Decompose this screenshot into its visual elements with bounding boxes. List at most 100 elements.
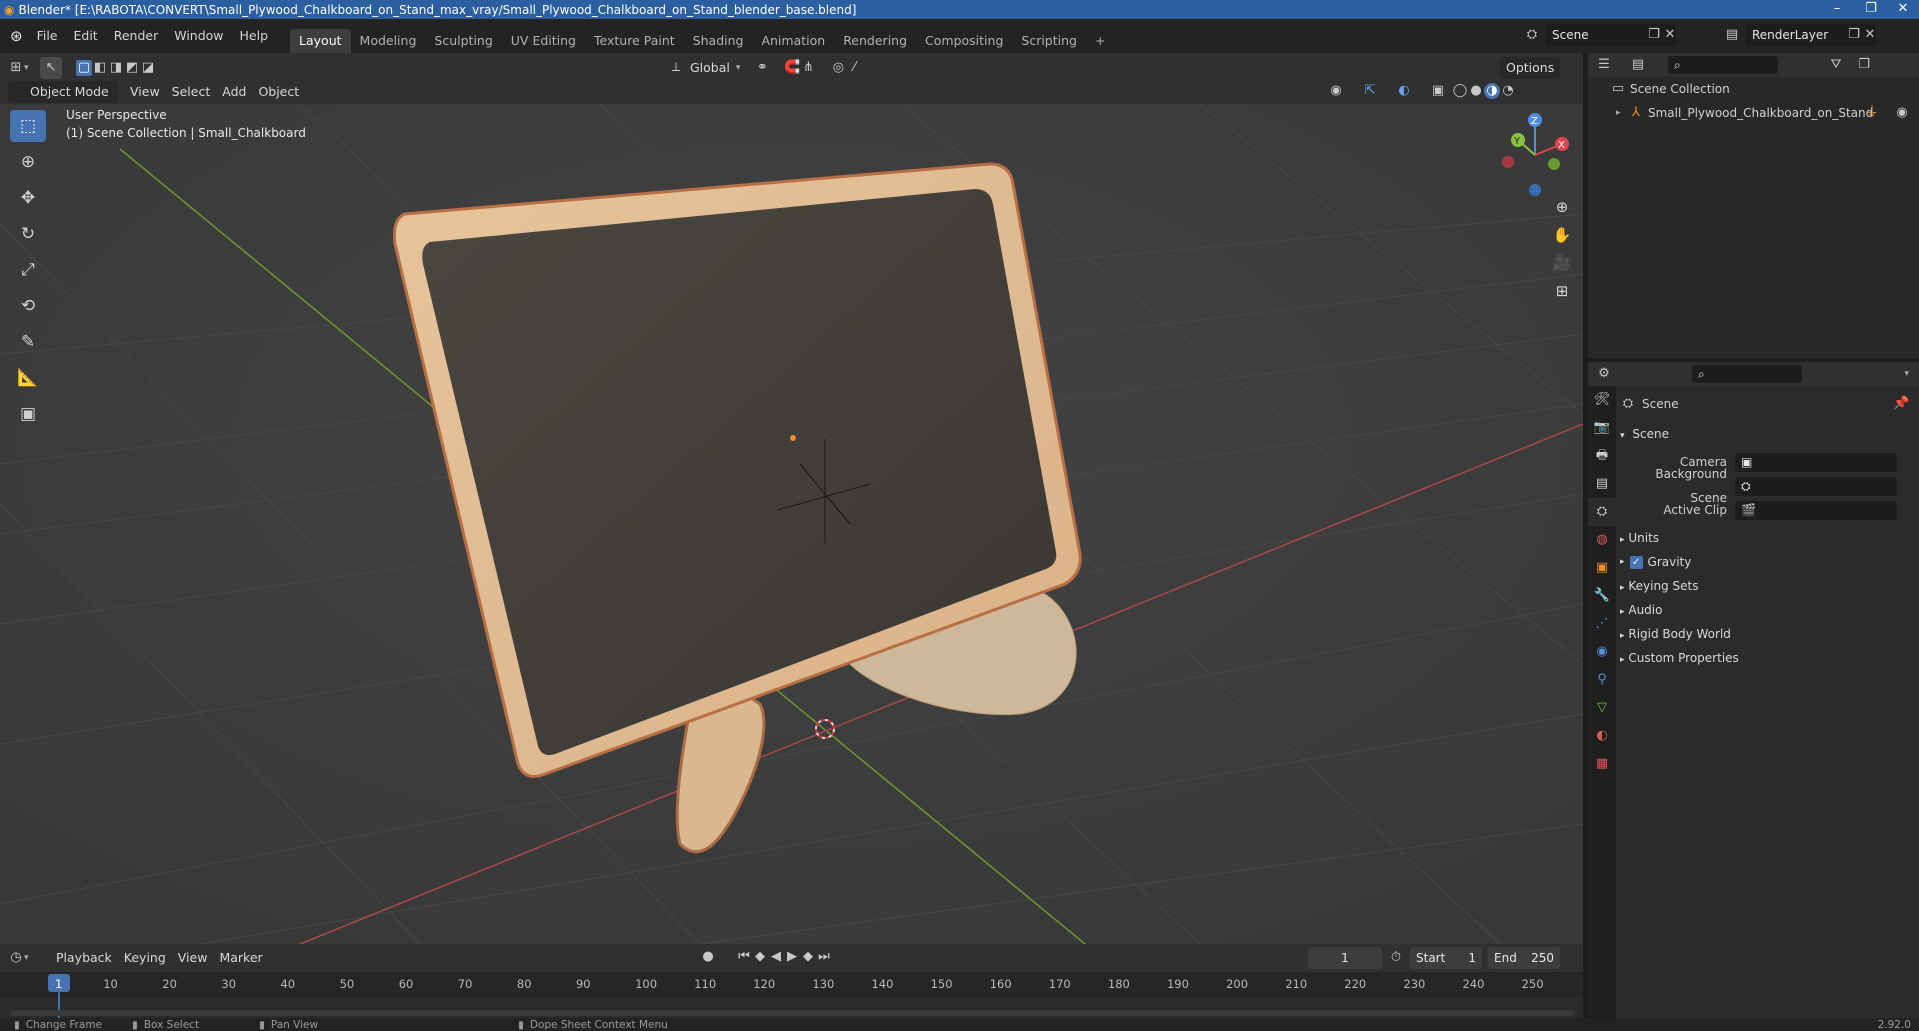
new-scene-icon[interactable]: ❐ <box>1646 27 1662 43</box>
tab-uv-editing[interactable]: UV Editing <box>502 29 585 53</box>
tab-compositing[interactable]: Compositing <box>916 29 1012 53</box>
properties-editor-type-icon[interactable]: ⚙ <box>1596 366 1612 382</box>
select-tool-icon[interactable]: ↖ <box>40 57 62 79</box>
3d-viewport[interactable]: User Perspective (1) Scene Collection | … <box>0 104 1583 944</box>
object-data-tab-icon[interactable]: ▽ <box>1588 694 1616 722</box>
menu-object[interactable]: Object <box>252 81 305 103</box>
proportional-edit-icon[interactable]: ◎ <box>830 60 846 76</box>
orientation-icon[interactable]: ⟂ <box>668 60 684 76</box>
scale-tool-icon[interactable]: ⤢ <box>10 254 46 286</box>
shading-solid-icon[interactable]: ● <box>1468 83 1484 99</box>
outliner-editor-type-icon[interactable]: ☰ <box>1596 57 1612 73</box>
view-layer-tab-icon[interactable]: ▤ <box>1588 470 1616 498</box>
scene-panel-header[interactable]: ▾ Scene <box>1620 422 1915 446</box>
orientation-chevron-icon[interactable]: ▾ <box>736 63 741 73</box>
play-reverse-icon[interactable]: ◀ <box>768 949 784 965</box>
start-frame-field[interactable]: Start 1 <box>1410 947 1482 969</box>
outliner-item[interactable]: ▸ ⅄ Small_Plywood_Chalkboard_on_Stand ⏚ … <box>1610 101 1910 125</box>
renderlayer-icon[interactable]: ▤ <box>1724 27 1740 43</box>
neg-x-axis-handle[interactable] <box>1502 156 1514 168</box>
options-dropdown[interactable]: Options <box>1500 57 1561 79</box>
maximize-button[interactable]: ❐ <box>1854 0 1888 19</box>
neg-z-axis-handle[interactable] <box>1529 184 1541 196</box>
xray-icon[interactable]: ▣ <box>1430 83 1446 99</box>
menu-playback[interactable]: Playback <box>50 947 118 969</box>
play-icon[interactable]: ▶ <box>784 949 800 965</box>
shading-wireframe-icon[interactable]: ◯ <box>1452 83 1468 99</box>
next-keyframe-icon[interactable]: ◆ <box>800 949 816 965</box>
properties-options-chevron-icon[interactable]: ▾ <box>1904 369 1909 379</box>
minimize-button[interactable]: – <box>1820 0 1854 19</box>
menu-view[interactable]: View <box>124 81 166 103</box>
select-extend-icon[interactable]: ◧ <box>92 60 108 76</box>
close-button[interactable]: ✕ <box>1886 0 1919 19</box>
end-frame-field[interactable]: End 250 <box>1488 947 1560 969</box>
gizmo-toggle-icon[interactable]: ⇱ <box>1362 83 1378 99</box>
timeline-ruler[interactable]: 1 10 20 30 40 50 60 70 80 90 100 110 120 130 140 150 160… <box>0 972 1583 1022</box>
eye-visibility-icon[interactable]: ◉ <box>1894 105 1910 121</box>
cursor-tool-icon[interactable]: ⊕ <box>10 146 46 178</box>
select-subtract-icon[interactable]: ◨ <box>108 60 124 76</box>
pan-hand-icon[interactable]: ✋ <box>1548 221 1576 249</box>
tab-rendering[interactable]: Rendering <box>834 29 916 53</box>
object-data-icon[interactable]: ⏚ <box>1864 105 1880 121</box>
record-icon[interactable]: ● <box>700 949 716 965</box>
measure-tool-icon[interactable]: 📐 <box>10 362 46 394</box>
rotate-tool-icon[interactable]: ↻ <box>10 218 46 250</box>
menu-add[interactable]: Add <box>216 81 252 103</box>
new-collection-icon[interactable]: ❐ <box>1856 57 1872 73</box>
outliner-scene-collection[interactable]: ▭ Scene Collection <box>1610 77 1910 101</box>
editor-type-icon[interactable]: ⊞ <box>8 60 24 76</box>
visibility-icon[interactable]: ◉ <box>1328 83 1344 99</box>
object-tab-icon[interactable]: ▣ <box>1588 554 1616 582</box>
select-intersect-icon[interactable]: ◪ <box>140 60 156 76</box>
select-box-tool-icon[interactable]: ⬚ <box>10 110 46 142</box>
panel-rigid-body-world[interactable]: ▸ Rigid Body World <box>1620 622 1915 646</box>
add-cube-tool-icon[interactable]: ▣ <box>10 398 46 430</box>
tab-scripting[interactable]: Scripting <box>1012 29 1086 53</box>
background-scene-field[interactable]: ⛭ <box>1735 476 1897 496</box>
particles-tab-icon[interactable]: ⋰ <box>1588 610 1616 638</box>
pin-icon[interactable]: 📌 <box>1893 396 1909 412</box>
timeline-editor-type-icon[interactable]: ◷ <box>8 950 24 966</box>
select-invert-icon[interactable]: ◩ <box>124 60 140 76</box>
tab-layout[interactable]: Layout <box>290 29 351 53</box>
tab-modeling[interactable]: Modeling <box>351 29 426 53</box>
prev-keyframe-icon[interactable]: ◆ <box>752 949 768 965</box>
menu-timeline-view[interactable]: View <box>172 947 214 969</box>
stopwatch-icon[interactable]: ⏱ <box>1388 950 1404 966</box>
zoom-icon[interactable]: ⊕ <box>1548 193 1576 221</box>
material-tab-icon[interactable]: ◐ <box>1588 722 1616 750</box>
menu-render[interactable]: Render <box>106 25 167 47</box>
new-renderlayer-icon[interactable]: ❐ <box>1846 27 1862 43</box>
navigation-gizmo[interactable]: Z X Y <box>1490 110 1580 200</box>
falloff-icon[interactable]: ⁄ <box>846 60 862 76</box>
properties-search-input[interactable]: ⌕ <box>1692 365 1802 383</box>
expand-arrow-icon[interactable]: ▸ <box>1616 101 1628 125</box>
snap-element-icon[interactable]: ⋔ <box>800 60 816 76</box>
physics-tab-icon[interactable]: ◉ <box>1588 638 1616 666</box>
annotate-tool-icon[interactable]: ✎ <box>10 326 46 358</box>
menu-file[interactable]: File <box>29 25 66 47</box>
editor-type-chevron-icon[interactable]: ▾ <box>24 63 40 73</box>
panel-units[interactable]: ▸ Units <box>1620 526 1915 550</box>
jump-end-icon[interactable]: ⏭ <box>816 949 832 965</box>
current-frame-field[interactable]: 1 <box>1308 947 1382 969</box>
tab-sculpting[interactable]: Sculpting <box>425 29 501 53</box>
panel-custom-properties[interactable]: ▸ Custom Properties <box>1620 646 1915 670</box>
camera-field[interactable]: ▣ <box>1735 452 1897 472</box>
tab-texture-paint[interactable]: Texture Paint <box>585 29 684 53</box>
tab-shading[interactable]: Shading <box>684 29 753 53</box>
menu-edit[interactable]: Edit <box>66 25 106 47</box>
menu-window[interactable]: Window <box>166 25 231 47</box>
mode-dropdown[interactable]: Object Mode <box>8 81 118 103</box>
texture-tab-icon[interactable]: ▦ <box>1588 750 1616 778</box>
panel-audio[interactable]: ▸ Audio <box>1620 598 1915 622</box>
overlay-toggle-icon[interactable]: ◐ <box>1396 83 1412 99</box>
snap-icon[interactable]: 🧲 <box>784 60 800 76</box>
blender-menu-icon[interactable]: ⊛ <box>10 27 23 45</box>
menu-keying[interactable]: Keying <box>118 947 172 969</box>
tool-tab-icon[interactable]: 🛠 <box>1588 386 1616 414</box>
add-workspace-button[interactable]: + <box>1086 29 1114 53</box>
pivot-icon[interactable]: ⚭ <box>754 60 770 76</box>
